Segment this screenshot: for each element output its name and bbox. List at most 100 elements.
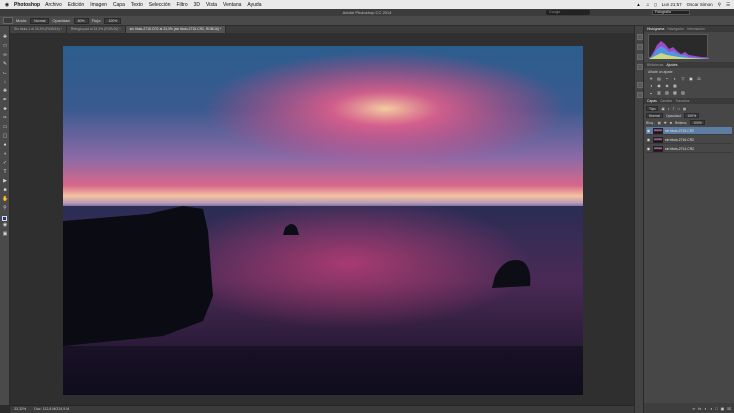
user-name[interactable]: Oscar Simon <box>687 2 713 7</box>
zoom-level[interactable]: 33,33% <box>14 406 26 413</box>
menu-ventana[interactable]: Ventana <box>223 2 241 8</box>
canvas-area[interactable] <box>10 33 634 405</box>
healing-brush-tool-icon[interactable]: ✚ <box>2 88 8 94</box>
quick-mask-icon[interactable]: ◉ <box>2 222 8 228</box>
add-mask-icon[interactable]: ◐ <box>704 406 706 411</box>
menu-capa[interactable]: Capa <box>113 2 125 8</box>
filter-shape-icon[interactable]: □ <box>678 106 680 112</box>
search-input[interactable]: Google <box>546 10 590 15</box>
menu-edicion[interactable]: Edición <box>68 2 84 8</box>
history-brush-tool-icon[interactable]: ✑ <box>2 115 8 121</box>
lock-position-icon[interactable]: ✚ <box>664 120 667 126</box>
layer-row[interactable]: ◉ sin título-2714.CR2 <box>646 145 732 153</box>
mode-select[interactable]: Normal <box>30 17 50 24</box>
crop-tool-icon[interactable]: ⌙ <box>2 70 8 76</box>
photo-filter-icon[interactable]: ◉ <box>656 83 662 88</box>
fill-field[interactable]: 100% <box>690 120 705 125</box>
tab-adjustments[interactable]: Ajustes <box>666 62 677 68</box>
document-size[interactable]: Doc: 112,8 M/319,5 M <box>34 406 69 413</box>
exposure-icon[interactable]: ◐ <box>672 76 678 81</box>
shape-tool-icon[interactable]: ■ <box>2 187 8 193</box>
layer-name[interactable]: sin título-2716.CR2 <box>665 138 694 142</box>
flow-field[interactable]: 100% <box>104 17 122 24</box>
filter-pixel-icon[interactable]: ▣ <box>661 106 664 112</box>
dodge-tool-icon[interactable]: ◖ <box>2 151 8 157</box>
invert-icon[interactable]: ◒ <box>648 90 654 95</box>
marquee-tool-icon[interactable]: □ <box>2 43 8 49</box>
menu-filtro[interactable]: Filtro <box>176 2 187 8</box>
visibility-eye-icon[interactable]: ◉ <box>646 128 651 133</box>
new-group-icon[interactable]: □ <box>715 406 717 411</box>
selective-color-icon[interactable]: ▨ <box>680 90 686 95</box>
opacity-field[interactable]: 80% <box>73 17 89 24</box>
path-selection-tool-icon[interactable]: ▶ <box>2 178 8 184</box>
tab-channels[interactable]: Canales <box>660 98 672 104</box>
tab-paths[interactable]: Trazados <box>675 98 689 104</box>
actions-panel-icon[interactable] <box>637 64 643 70</box>
channel-mixer-icon[interactable]: ◈ <box>664 83 670 88</box>
lock-pixels-icon[interactable]: ▦ <box>658 120 661 126</box>
layer-kind-filter[interactable]: Tipo <box>646 106 659 111</box>
clock[interactable]: Lun 21:57 <box>662 2 682 7</box>
lock-all-icon[interactable]: ■ <box>670 120 672 126</box>
tab-histogram[interactable]: Histograma <box>647 26 664 32</box>
menu-imagen[interactable]: Imagen <box>90 2 107 8</box>
menu-texto[interactable]: Texto <box>131 2 143 8</box>
brightness-icon[interactable]: ☀ <box>648 76 654 81</box>
hue-saturation-icon[interactable]: ▣ <box>688 76 694 81</box>
vibrance-icon[interactable]: ▽ <box>680 76 686 81</box>
menu-ayuda[interactable]: Ayuda <box>247 2 261 8</box>
menu-archivo[interactable]: Archivo <box>45 2 62 8</box>
layer-row[interactable]: ◉ sin título-2716.CR2 <box>646 136 732 144</box>
lasso-tool-icon[interactable]: ∞ <box>2 52 8 58</box>
new-adjustment-icon[interactable]: ◑ <box>710 406 712 411</box>
curves-icon[interactable]: ∽ <box>664 76 670 81</box>
gradient-tool-icon[interactable]: ▢ <box>2 133 8 139</box>
tab-layers[interactable]: Capas <box>647 98 657 104</box>
threshold-icon[interactable]: ▧ <box>664 90 670 95</box>
spotlight-icon[interactable]: ⚲ <box>718 2 721 8</box>
gradient-map-icon[interactable]: ▩ <box>672 90 678 95</box>
battery-icon[interactable]: ▯ <box>654 2 656 8</box>
clone-stamp-tool-icon[interactable]: ♣ <box>2 106 8 112</box>
blend-mode-select[interactable]: Normal <box>646 113 663 118</box>
screen-mode-icon[interactable]: ▣ <box>2 231 8 237</box>
apple-icon[interactable]: ◉ <box>0 2 14 8</box>
brush-preset-icon[interactable] <box>3 17 13 24</box>
tab-libraries[interactable]: Bibliotecas <box>647 62 663 68</box>
layer-style-icon[interactable]: fx <box>698 406 701 411</box>
volume-icon[interactable]: ♫ <box>646 2 649 7</box>
history-panel-icon[interactable] <box>637 34 643 40</box>
menu-3d[interactable]: 3D <box>194 2 200 8</box>
pen-tool-icon[interactable]: ✓ <box>2 160 8 166</box>
layer-name[interactable]: sin título-2714.CR2 <box>665 147 694 151</box>
brush-tool-icon[interactable]: ✒ <box>2 97 8 103</box>
wifi-icon[interactable]: ▲ <box>636 2 640 7</box>
doc-tab-1[interactable]: Sin título-1 al 33,3% (RGB/16) * <box>10 26 67 33</box>
layer-name[interactable]: sin título-2715.CR2 <box>665 129 694 133</box>
visibility-eye-icon[interactable]: ◉ <box>646 146 651 151</box>
filter-type-icon[interactable]: T <box>673 106 675 112</box>
quick-select-tool-icon[interactable]: ✎ <box>2 61 8 67</box>
link-layers-icon[interactable]: ∞ <box>692 406 695 411</box>
workspace-select[interactable]: Fotografía <box>652 10 690 15</box>
zoom-tool-icon[interactable]: ⚲ <box>2 205 8 211</box>
type-tool-icon[interactable]: T <box>2 169 8 175</box>
character-panel-icon[interactable] <box>637 82 643 88</box>
layer-opacity-field[interactable]: 100% <box>684 113 700 118</box>
eraser-tool-icon[interactable]: ▭ <box>2 124 8 130</box>
posterize-icon[interactable]: ▥ <box>656 90 662 95</box>
move-tool-icon[interactable]: ✚ <box>2 34 8 40</box>
hand-tool-icon[interactable]: ✋ <box>2 196 8 202</box>
menu-seleccion[interactable]: Selección <box>149 2 171 8</box>
tab-navigator[interactable]: Navegador <box>667 26 684 32</box>
brush-panel-icon[interactable] <box>637 44 643 50</box>
notifications-icon[interactable]: ☰ <box>726 2 730 8</box>
layer-row[interactable]: ◉ sin título-2715.CR2 <box>646 127 732 135</box>
filter-smart-object-icon[interactable]: ▦ <box>683 106 686 112</box>
levels-icon[interactable]: ▤ <box>656 76 662 81</box>
filter-adjustment-icon[interactable]: ◐ <box>668 106 670 112</box>
properties-panel-icon[interactable] <box>637 54 643 60</box>
doc-tab-2[interactable]: Refugio.psd al 33,3% (RGB/16) * <box>66 26 126 33</box>
doc-tab-active[interactable]: sin título-2715.CR2 al 33,3% (sin título… <box>125 26 227 33</box>
